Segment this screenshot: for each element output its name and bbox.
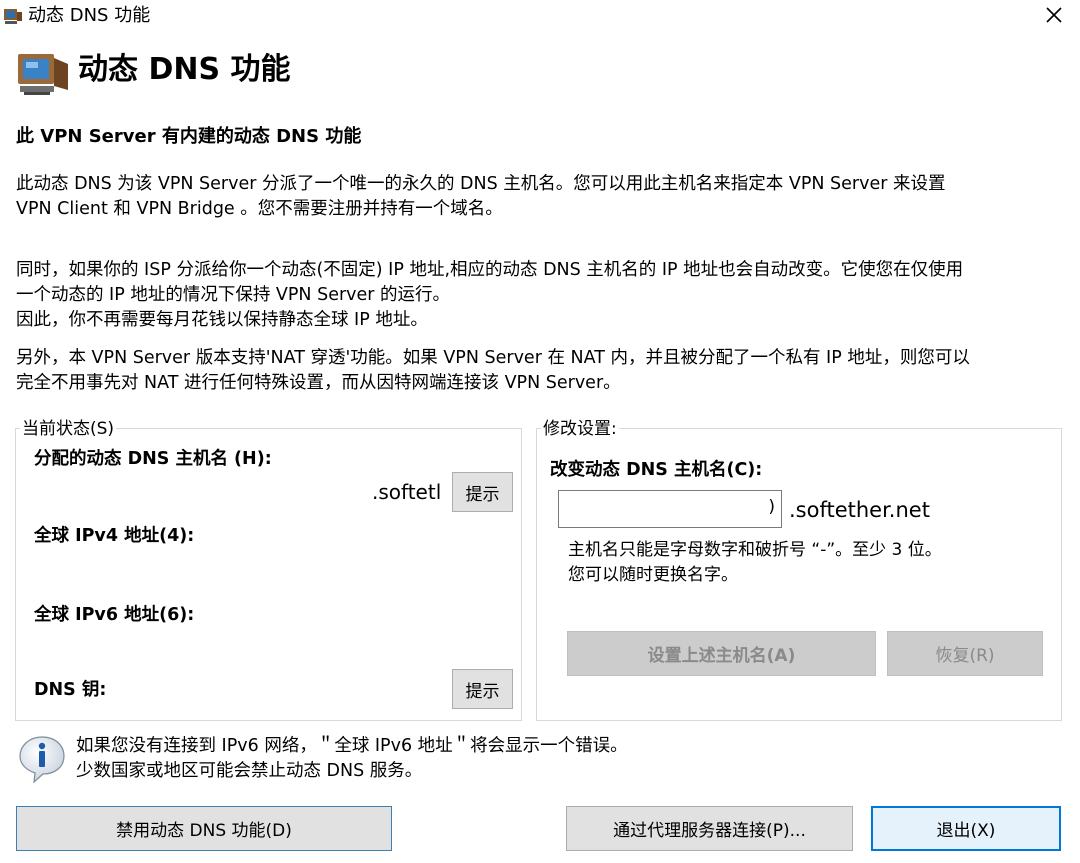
ipv6-warning-text: 如果您没有连接到 IPv6 网络，＂全球 IPv6 地址＂将会显示一个错误。 少… <box>76 736 628 781</box>
description-paragraph: 此动态 DNS 为该 VPN Server 分派了一个唯一的永久的 DNS 主机… <box>16 174 946 219</box>
ipv4-label: 全球 IPv4 地址(4): <box>34 526 195 546</box>
page-title: 动态 DNS 功能 <box>78 52 291 87</box>
computer-icon <box>3 6 23 26</box>
description-paragraph: 另外，本 VPN Server 版本支持'NAT 穿透'功能。如果 VPN Se… <box>16 348 970 393</box>
ipv6-label: 全球 IPv6 地址(6): <box>34 605 195 625</box>
restore-button[interactable]: 恢复(R) <box>887 631 1043 676</box>
close-button[interactable] <box>1036 0 1072 30</box>
set-hostname-button[interactable]: 设置上述主机名(A) <box>567 631 876 676</box>
computer-icon <box>14 50 72 98</box>
hint-button[interactable]: 提示 <box>452 472 513 512</box>
exit-button[interactable]: 退出(X) <box>871 806 1061 851</box>
current-status-group-label: 当前状态(S) <box>20 418 117 440</box>
hostname-hint: 主机名只能是字母数字和破折号 “-”。至少 3 位。 您可以随时更换名字。 <box>568 540 942 585</box>
change-hostname-label: 改变动态 DNS 主机名(C): <box>550 460 763 480</box>
hint-button[interactable]: 提示 <box>452 669 513 709</box>
hostname-label: 分配的动态 DNS 主机名 (H): <box>34 449 272 469</box>
close-icon <box>1046 7 1062 23</box>
modify-settings-group-label: 修改设置: <box>541 418 619 440</box>
hostname-input[interactable]: ) <box>558 490 782 528</box>
info-icon <box>16 734 68 786</box>
hostname-value: .softetl <box>372 480 442 504</box>
section-subtitle: 此 VPN Server 有内建的动态 DNS 功能 <box>16 126 362 147</box>
disable-dns-button[interactable]: 禁用动态 DNS 功能(D) <box>16 806 392 851</box>
proxy-connect-button[interactable]: 通过代理服务器连接(P)... <box>566 806 853 851</box>
hostname-domain-suffix: .softether.net <box>789 498 930 522</box>
window-title: 动态 DNS 功能 <box>28 5 151 26</box>
description-paragraph: 同时，如果你的 ISP 分派给你一个动态(不固定) IP 地址,相应的动态 DN… <box>16 260 964 330</box>
dns-key-label: DNS 钥: <box>34 680 107 700</box>
